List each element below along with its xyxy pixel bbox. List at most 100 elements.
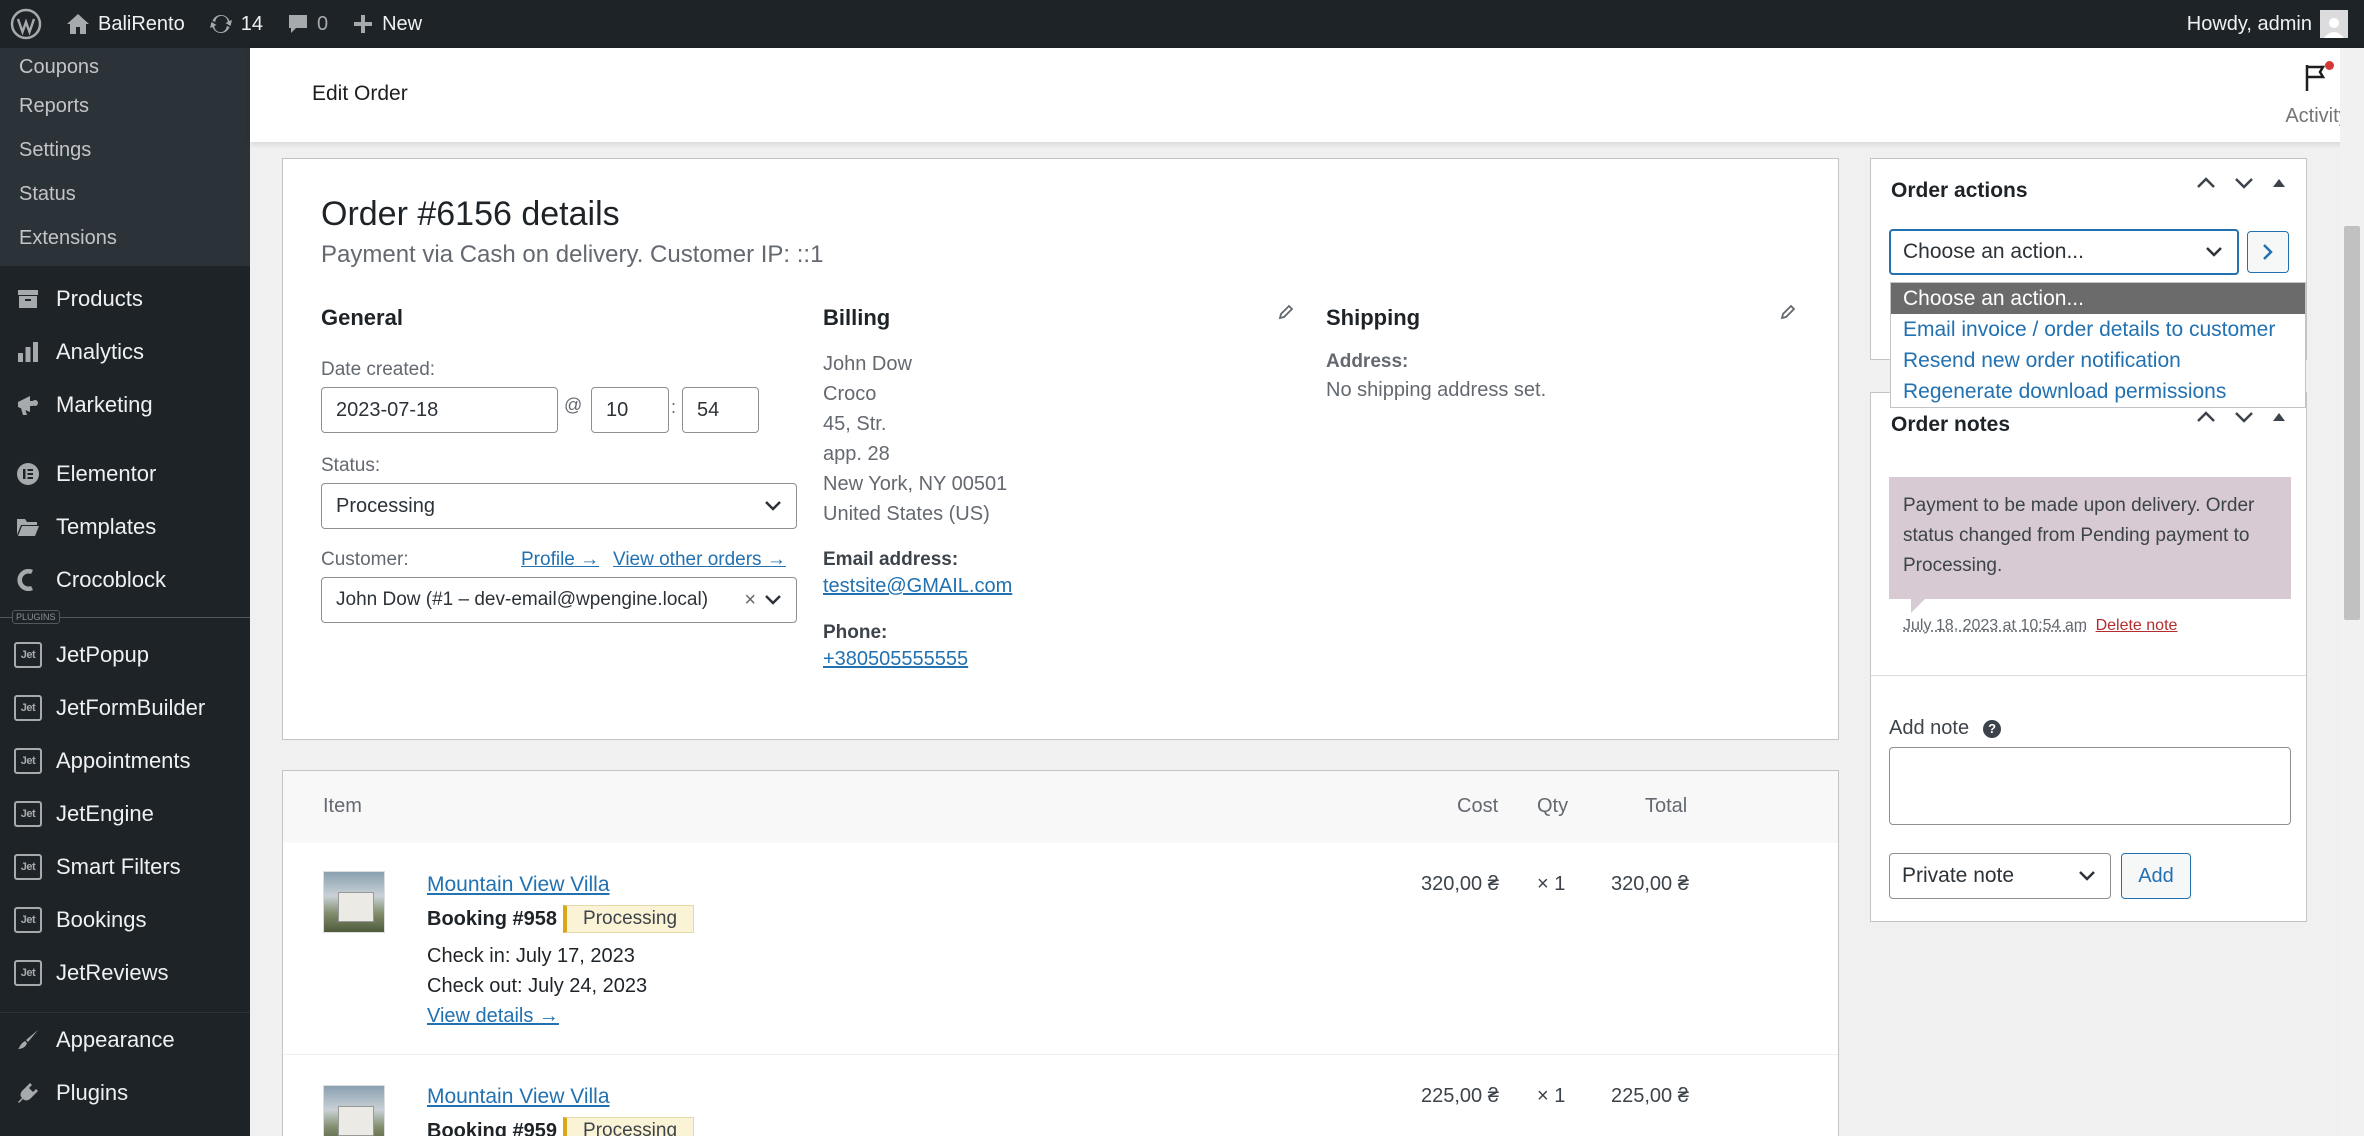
archive-icon xyxy=(14,285,42,313)
submenu-settings[interactable]: Settings xyxy=(0,128,250,172)
dropdown-option-regenerate-permissions[interactable]: Regenerate download permissions xyxy=(1891,376,2305,407)
wordpress-icon xyxy=(10,8,42,40)
chevron-down-icon[interactable] xyxy=(2234,177,2254,189)
view-other-orders-link[interactable]: View other orders → xyxy=(613,549,786,571)
comment-icon xyxy=(288,15,307,33)
cost-column-header: Cost xyxy=(1457,795,1499,817)
apply-action-button[interactable] xyxy=(2247,231,2289,273)
note-type-select[interactable]: Private note xyxy=(1889,853,2111,899)
add-note-button[interactable]: Add xyxy=(2121,853,2191,899)
view-details-link[interactable]: View details → xyxy=(427,1005,559,1028)
folder-icon xyxy=(14,513,42,541)
dropdown-option-email-invoice[interactable]: Email invoice / order details to custome… xyxy=(1891,314,2305,345)
profile-link[interactable]: Profile → xyxy=(521,549,599,571)
jet-badge: Jet xyxy=(14,853,42,880)
jet-icon: Jet xyxy=(14,641,42,669)
submenu-status[interactable]: Status xyxy=(0,172,250,216)
add-note-label: Add note xyxy=(1889,717,1970,739)
check-out-date: Check out: July 24, 2023 xyxy=(427,975,648,997)
sidebar-item-templates[interactable]: Templates xyxy=(0,500,250,553)
billing-address-line: New York, NY 00501 xyxy=(823,473,1008,495)
hour-input[interactable]: 10 xyxy=(591,387,669,433)
billing-address-line: United States (US) xyxy=(823,503,990,525)
booking-info: Booking #959 Processing xyxy=(427,1117,695,1136)
order-status-select[interactable]: Processing xyxy=(321,483,797,529)
scrollbar-thumb[interactable] xyxy=(2344,226,2360,620)
sidebar-item-marketing[interactable]: Marketing xyxy=(0,378,250,431)
edit-billing-pencil-icon[interactable] xyxy=(1277,303,1295,321)
order-status-value: Processing xyxy=(336,494,435,517)
chevron-right-icon xyxy=(2263,244,2273,260)
updates-link[interactable]: 14 xyxy=(197,0,275,48)
sidebar-item-plugins[interactable]: Plugins xyxy=(0,1066,250,1119)
chevron-down-icon xyxy=(2079,871,2095,881)
billing-address-line: Croco xyxy=(823,383,877,405)
booking-number: Booking #959 xyxy=(427,1119,558,1136)
status-badge: Processing xyxy=(563,1117,695,1136)
sidebar-item-jetpopup[interactable]: Jet JetPopup xyxy=(0,628,250,681)
submenu-extensions[interactable]: Extensions xyxy=(0,216,250,260)
collapse-triangle-icon[interactable] xyxy=(2272,412,2286,422)
jet-icon: Jet xyxy=(14,906,42,934)
item-total: 225,00 ₴ xyxy=(1611,1085,1689,1107)
box-controls xyxy=(2196,411,2286,423)
billing-address-line: John Dow xyxy=(823,353,912,375)
billing-phone-label: Phone: xyxy=(823,622,888,643)
crocoblock-icon xyxy=(14,566,42,594)
order-items-panel: Item Cost Qty Total Mountain View Villa … xyxy=(282,770,1839,1136)
wordpress-logo-button[interactable] xyxy=(0,0,54,48)
product-thumbnail[interactable] xyxy=(323,1085,385,1136)
customer-select[interactable]: John Dow (#1 – dev-email@wpengine.local)… xyxy=(321,577,797,623)
chevron-down-icon[interactable] xyxy=(2234,411,2254,423)
submenu-reports[interactable]: Reports xyxy=(0,84,250,128)
page-scrollbar[interactable] xyxy=(2340,48,2364,1136)
my-account-link[interactable]: Howdy, admin xyxy=(2167,0,2364,48)
jet-badge: Jet xyxy=(14,747,42,774)
booking-number: Booking #958 xyxy=(427,907,558,930)
sidebar-item-label: Templates xyxy=(56,513,157,539)
product-thumbnail[interactable] xyxy=(323,871,385,933)
sidebar-item-analytics[interactable]: Analytics xyxy=(0,325,250,378)
jet-badge: Jet xyxy=(14,959,42,986)
sidebar-item-label: JetPopup xyxy=(56,641,149,667)
billing-phone-link[interactable]: +380505555555 xyxy=(823,648,1303,671)
howdy-text: Howdy, admin xyxy=(2186,12,2312,35)
date-created-input[interactable]: 2023-07-18 xyxy=(321,387,558,433)
sidebar-item-appearance[interactable]: Appearance xyxy=(0,1013,250,1066)
jet-badge: Jet xyxy=(14,641,42,668)
dropdown-option-resend-notification[interactable]: Resend new order notification xyxy=(1891,345,2305,376)
collapse-triangle-icon[interactable] xyxy=(2272,178,2286,188)
billing-email-link[interactable]: testsite@GMAIL.com xyxy=(823,575,1303,598)
order-action-value: Choose an action... xyxy=(1903,240,2084,263)
minute-input[interactable]: 54 xyxy=(682,387,759,433)
product-name-link[interactable]: Mountain View Villa xyxy=(427,873,610,897)
edit-shipping-pencil-icon[interactable] xyxy=(1779,303,1797,321)
order-action-select[interactable]: Choose an action... xyxy=(1889,229,2239,275)
sidebar-item-smart-filters[interactable]: Jet Smart Filters xyxy=(0,840,250,893)
sidebar-item-jetengine[interactable]: Jet JetEngine xyxy=(0,787,250,840)
delete-note-link[interactable]: Delete note xyxy=(2096,617,2178,634)
avatar xyxy=(2320,10,2348,38)
dropdown-option-choose[interactable]: Choose an action... xyxy=(1891,283,2305,314)
comments-link[interactable]: 0 xyxy=(275,0,340,48)
hour-value: 10 xyxy=(606,398,629,421)
sidebar-item-elementor[interactable]: Elementor xyxy=(0,447,250,500)
help-icon[interactable]: ? xyxy=(1983,719,2002,738)
clear-customer-button[interactable]: × xyxy=(744,589,756,612)
sidebar-item-label: JetFormBuilder xyxy=(56,694,206,720)
sidebar-item-jetreviews[interactable]: Jet JetReviews xyxy=(0,946,250,999)
chevron-up-icon[interactable] xyxy=(2196,177,2216,189)
sidebar-item-jetformbuilder[interactable]: Jet JetFormBuilder xyxy=(0,681,250,734)
sidebar-item-products[interactable]: Products xyxy=(0,272,250,325)
plugins-label: PLUGINS xyxy=(12,610,60,624)
submenu-coupons[interactable]: Coupons xyxy=(0,50,250,84)
product-name-link[interactable]: Mountain View Villa xyxy=(427,1085,610,1109)
new-content-link[interactable]: New xyxy=(340,0,434,48)
sidebar-item-appointments[interactable]: Jet Appointments xyxy=(0,734,250,787)
sidebar-item-label: JetEngine xyxy=(56,800,154,826)
chevron-up-icon[interactable] xyxy=(2196,411,2216,423)
add-note-textarea[interactable] xyxy=(1889,747,2291,825)
sidebar-item-bookings[interactable]: Jet Bookings xyxy=(0,893,250,946)
sidebar-item-crocoblock[interactable]: Crocoblock xyxy=(0,553,250,606)
site-name-link[interactable]: BaliRento xyxy=(54,0,197,48)
